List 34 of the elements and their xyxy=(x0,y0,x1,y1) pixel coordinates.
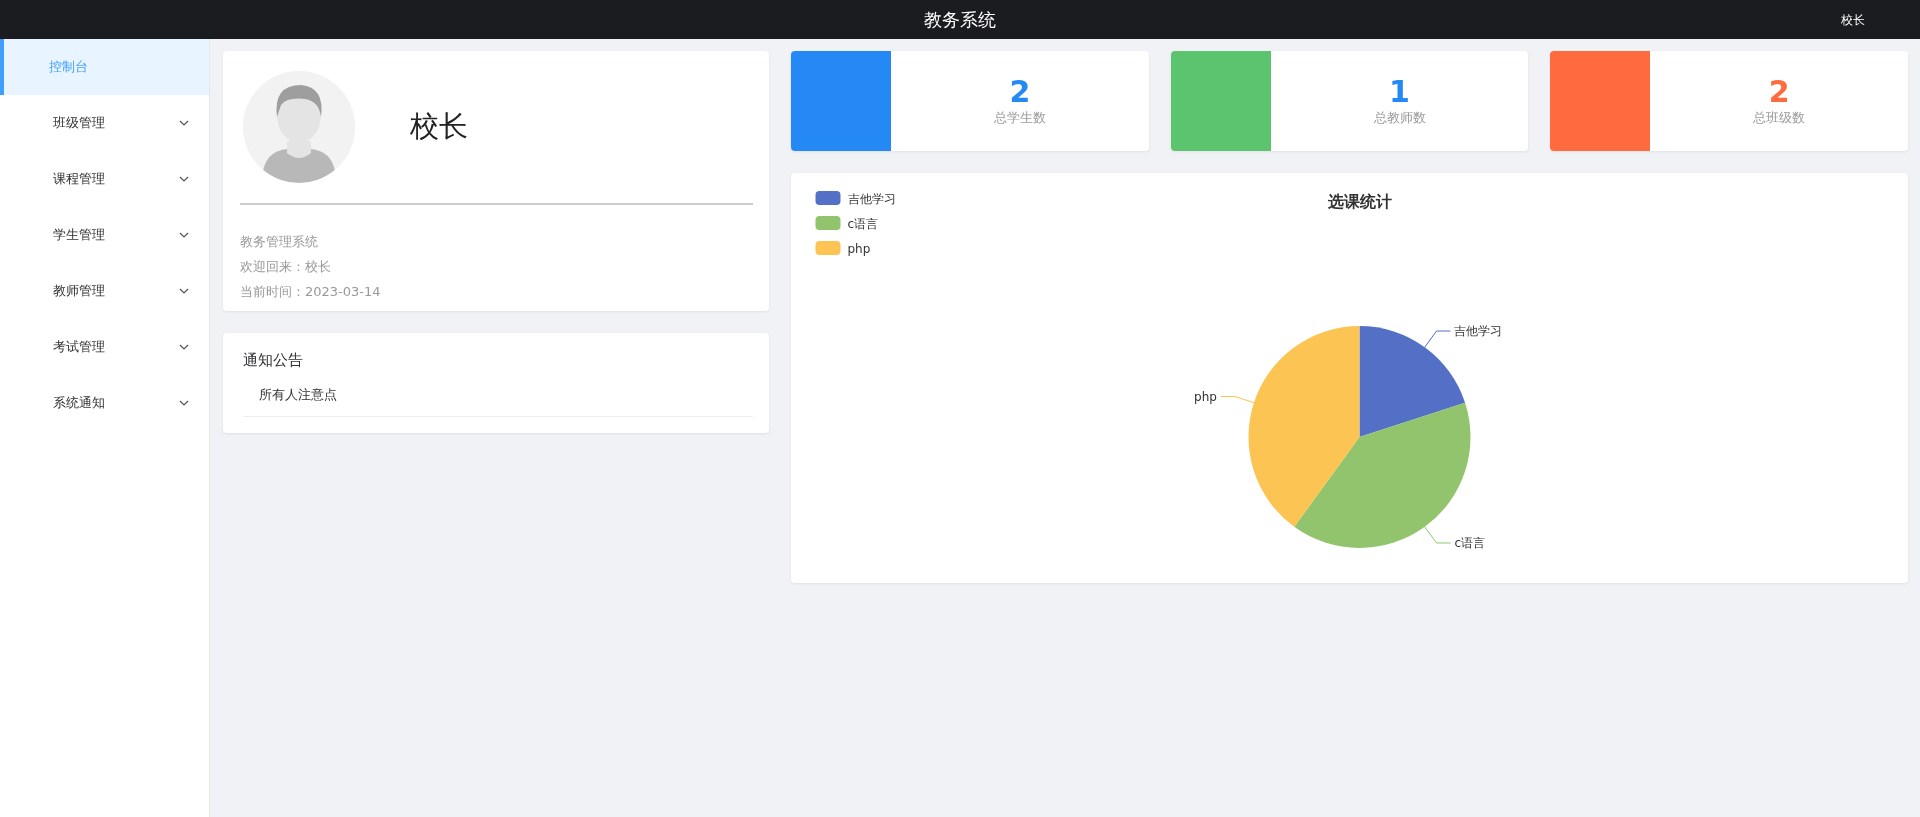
stat-value: 2 xyxy=(1768,74,1790,108)
user-name[interactable]: 校长 xyxy=(1841,11,1865,29)
chart-title: 选课统计 xyxy=(1327,192,1392,211)
menu-item[interactable]: 教师管理 xyxy=(0,263,209,319)
leader-line xyxy=(1424,526,1451,544)
menu-item[interactable]: 学生管理 xyxy=(0,207,209,263)
leader-line xyxy=(1424,330,1451,348)
legend-swatch[interactable] xyxy=(815,241,841,255)
stat-label: 总教师数 xyxy=(1373,108,1426,127)
info-text: 欢迎回来：校长 xyxy=(240,258,332,276)
leader-line xyxy=(1220,396,1255,404)
info-text: 当前时间：2023-03-14 xyxy=(240,283,382,301)
profile-name: 校长 xyxy=(410,108,468,146)
menu-item[interactable]: 课程管理 xyxy=(0,151,209,207)
notice-item[interactable]: 所有人注意点 xyxy=(243,375,753,417)
pie-slice[interactable] xyxy=(1359,326,1466,437)
menu-item[interactable]: 系统通知 xyxy=(0,375,209,431)
menu-item[interactable]: 班级管理 xyxy=(0,95,209,151)
slice-label: c语言 xyxy=(1454,536,1486,550)
stat-value: 1 xyxy=(1389,74,1410,108)
stat-label: 总学生数 xyxy=(993,108,1046,127)
slice-label: php xyxy=(1194,389,1217,404)
legend-label[interactable]: c语言 xyxy=(847,217,879,231)
slice-label: 吉他学习 xyxy=(1454,324,1503,338)
stat-value: 2 xyxy=(1009,74,1031,108)
legend-swatch[interactable] xyxy=(815,191,841,205)
info-text: 教务管理系统 xyxy=(240,233,319,251)
stat-label: 总班级数 xyxy=(1753,108,1806,127)
legend-label[interactable]: php xyxy=(847,242,871,256)
legend-swatch[interactable] xyxy=(815,216,841,230)
menu-item[interactable]: 考试管理 xyxy=(0,319,209,375)
app-title: 教务系统 xyxy=(924,8,996,32)
legend-label[interactable]: 吉他学习 xyxy=(847,192,896,206)
card-title: 通知公告 xyxy=(243,350,304,371)
